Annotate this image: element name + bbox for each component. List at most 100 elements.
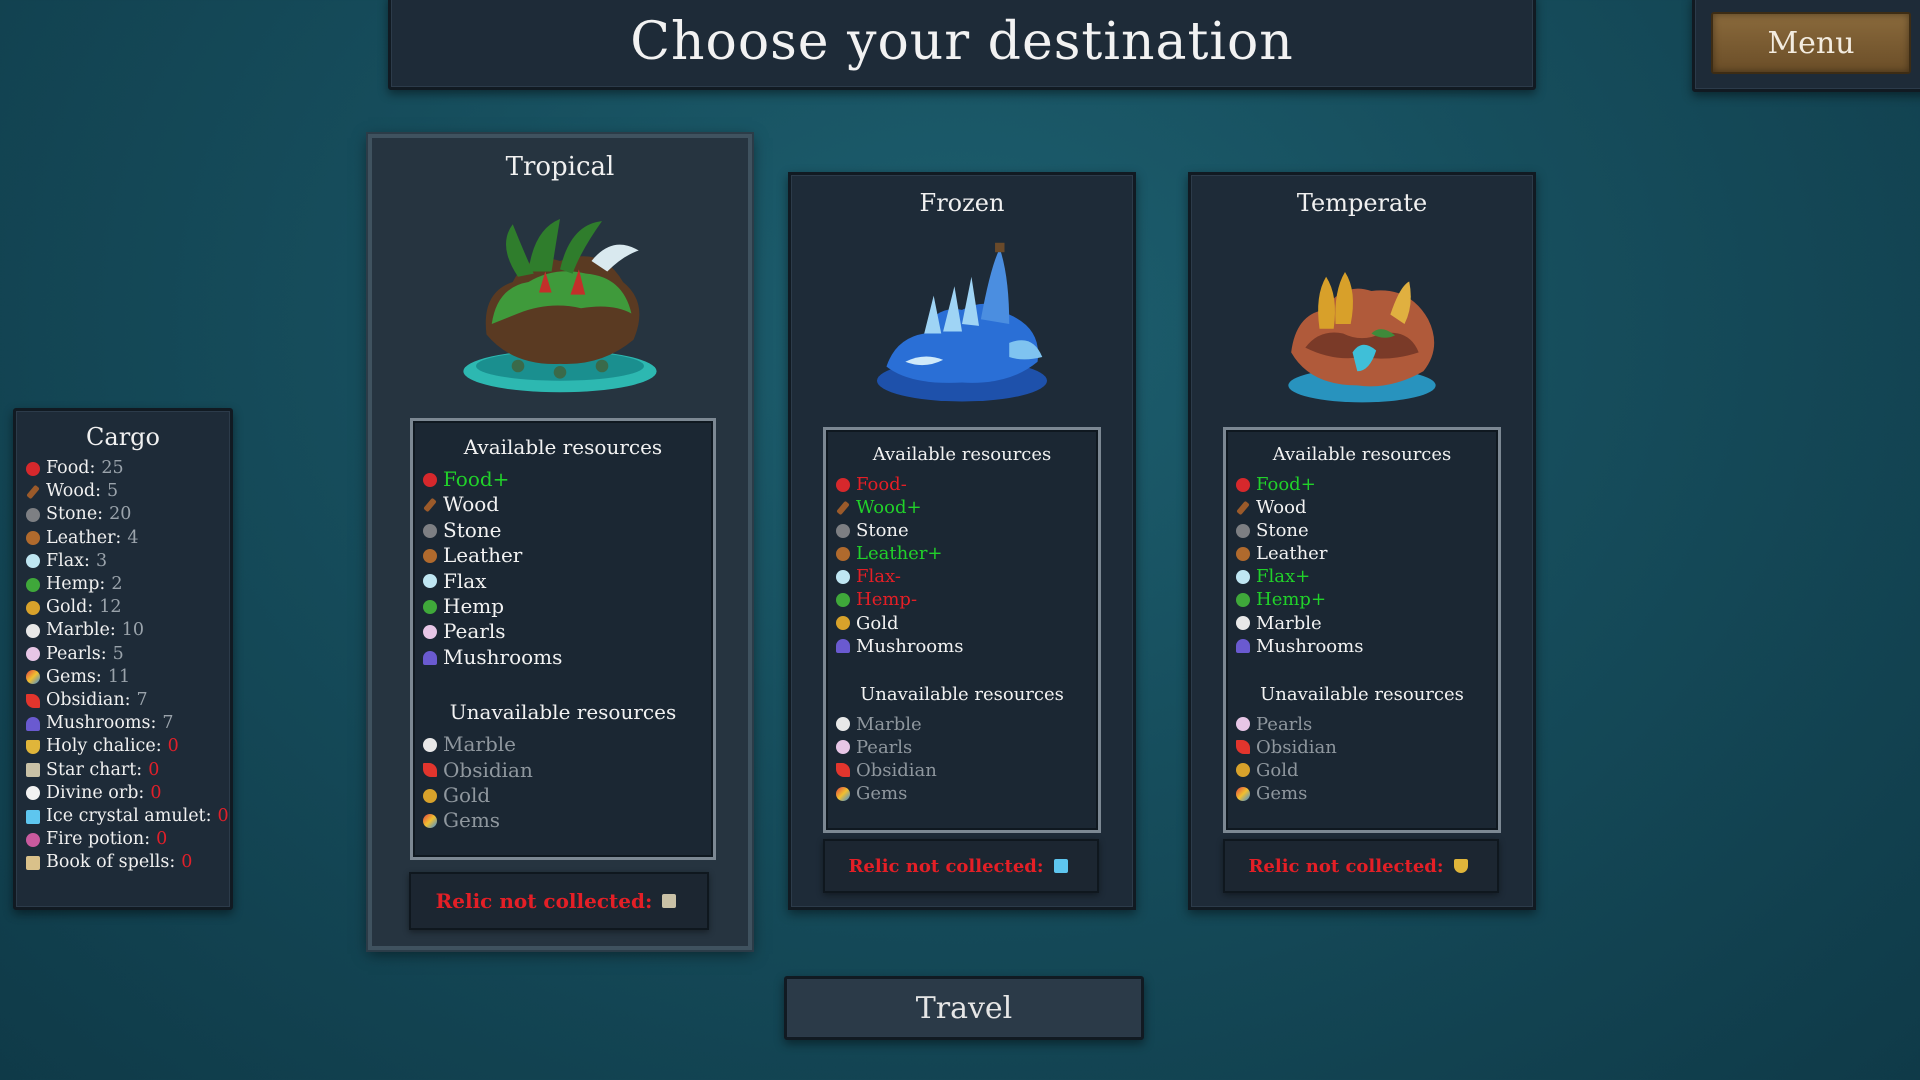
cargo-item-label: Flax:	[46, 550, 90, 571]
cargo-item-label: Marble:	[46, 620, 116, 641]
gold-icon	[1236, 763, 1250, 778]
cargo-item: Gold: 12	[26, 596, 230, 619]
amulet-icon	[26, 809, 40, 824]
cargo-item: Stone: 20	[26, 503, 230, 526]
leather-icon	[1236, 546, 1250, 561]
resource-label: Leather	[443, 543, 523, 568]
cargo-item-label: Stone:	[46, 504, 104, 525]
resource-item: Gems	[423, 808, 713, 833]
unavailable-resources-title: Unavailable resources	[449, 700, 677, 725]
relic-status-text: Relic not collected:	[435, 889, 653, 913]
relic-status-text: Relic not collected:	[1248, 855, 1444, 877]
cargo-item: Flax: 3	[26, 550, 230, 573]
resource-item: Marble	[423, 732, 713, 757]
cargo-item-value: 20	[109, 504, 132, 525]
cargo-item-value: 0	[148, 759, 160, 780]
cargo-item: Holy chalice: 0	[26, 735, 230, 758]
destination-card-tropical[interactable]: Tropical Available resources Food+ Wood Sto…	[368, 134, 752, 950]
island-image	[867, 239, 1057, 409]
cargo-item: Hemp: 2	[26, 573, 230, 596]
resource-label: Stone	[443, 517, 502, 542]
resource-label: Gems	[443, 808, 501, 833]
resource-item: Pearls	[836, 736, 1098, 759]
destination-title: Temperate	[1296, 189, 1428, 217]
destination-card-temperate[interactable]: Temperate Available resources Food+ Wood St…	[1188, 172, 1536, 910]
resource-item: Leather	[1236, 542, 1498, 565]
cargo-item-label: Obsidian:	[46, 690, 131, 711]
resources-box: Available resources Food+ Wood Stone Leather…	[1223, 427, 1501, 833]
marble-icon	[423, 737, 437, 752]
gold-icon	[26, 600, 40, 615]
resource-item: Hemp+	[1236, 588, 1498, 611]
wood-icon	[26, 484, 40, 500]
resource-item: Gems	[1236, 782, 1498, 805]
cargo-item: Fire potion: 0	[26, 828, 230, 851]
cargo-item-value: 25	[101, 458, 124, 478]
cargo-item-label: Star chart:	[46, 759, 143, 780]
resource-item: Food+	[423, 467, 713, 492]
resource-label: Flax	[443, 568, 487, 593]
cargo-item: Wood: 5	[26, 480, 230, 503]
resource-item: Pearls	[1236, 713, 1498, 736]
resource-label: Hemp+	[1256, 589, 1327, 611]
flax-icon	[423, 574, 437, 589]
resource-label: Wood	[443, 492, 500, 517]
cargo-item-label: Mushrooms:	[46, 713, 157, 734]
resource-item: Hemp-	[836, 588, 1098, 611]
gems-icon	[423, 814, 437, 829]
resource-item: Gold	[836, 612, 1098, 635]
cargo-item: Obsidian: 7	[26, 689, 230, 712]
resource-item: Wood	[1236, 496, 1498, 519]
relic-status-text: Relic not collected:	[848, 855, 1044, 877]
resources-box: Available resources Food+ Wood Stone Leather…	[410, 418, 716, 860]
page-title: Choose your destination	[630, 12, 1294, 72]
orb-icon	[26, 786, 40, 801]
travel-button[interactable]: Travel	[784, 976, 1144, 1040]
resource-label: Marble	[443, 732, 516, 757]
resource-label: Obsidian	[856, 759, 937, 781]
cargo-item-value: 4	[127, 527, 139, 548]
unavailable-resources-title: Unavailable resources	[860, 683, 1064, 705]
unavailable-resources-list: Pearls Obsidian Gold Gems	[1226, 713, 1498, 805]
flax-icon	[26, 554, 40, 569]
resource-item: Marble	[1236, 612, 1498, 635]
unavailable-resources-list: Marble Obsidian Gold Gems	[413, 732, 713, 834]
resource-label: Gems	[856, 783, 908, 805]
resource-item: Stone	[836, 519, 1098, 542]
cargo-item-value: 10	[121, 620, 145, 641]
resource-label: Mushrooms	[856, 635, 964, 657]
destination-card-frozen[interactable]: Frozen Available resources Food- Wood+ Ston…	[788, 172, 1136, 910]
pearls-icon	[836, 740, 850, 755]
relic-status: Relic not collected:	[409, 872, 709, 930]
cargo-item-label: Book of spells:	[46, 852, 176, 873]
island-image	[1267, 239, 1457, 409]
cargo-item-value: 0	[217, 806, 229, 827]
cargo-item-label: Leather:	[46, 527, 122, 548]
food-icon	[1236, 477, 1250, 492]
menu-panel: Menu	[1692, 0, 1920, 92]
cargo-item-value: 0	[150, 782, 162, 803]
resource-label: Pearls	[856, 736, 913, 758]
available-resources-title: Available resources	[463, 435, 663, 459]
cargo-item-label: Wood:	[46, 481, 101, 502]
resource-item: Leather	[423, 543, 713, 568]
mushrooms-icon	[423, 650, 437, 665]
destination-title: Tropical	[505, 152, 615, 182]
resource-item: Obsidian	[836, 759, 1098, 782]
pearls-icon	[1236, 717, 1250, 732]
resource-item: Pearls	[423, 619, 713, 644]
gems-icon	[1236, 786, 1250, 801]
stone-icon	[423, 523, 437, 538]
resource-label: Gems	[1256, 783, 1308, 805]
resource-item: Food+	[1236, 473, 1498, 496]
obsidian-icon	[836, 763, 850, 778]
stone-icon	[836, 523, 850, 538]
resource-item: Flax	[423, 569, 713, 594]
resource-label: Stone	[856, 520, 909, 542]
resource-item: Gold	[423, 783, 713, 808]
menu-button[interactable]: Menu	[1711, 12, 1911, 74]
resource-label: Wood	[1256, 497, 1307, 519]
resource-label: Flax-	[856, 566, 901, 588]
gems-icon	[26, 670, 40, 685]
resource-item: Gems	[836, 782, 1098, 805]
